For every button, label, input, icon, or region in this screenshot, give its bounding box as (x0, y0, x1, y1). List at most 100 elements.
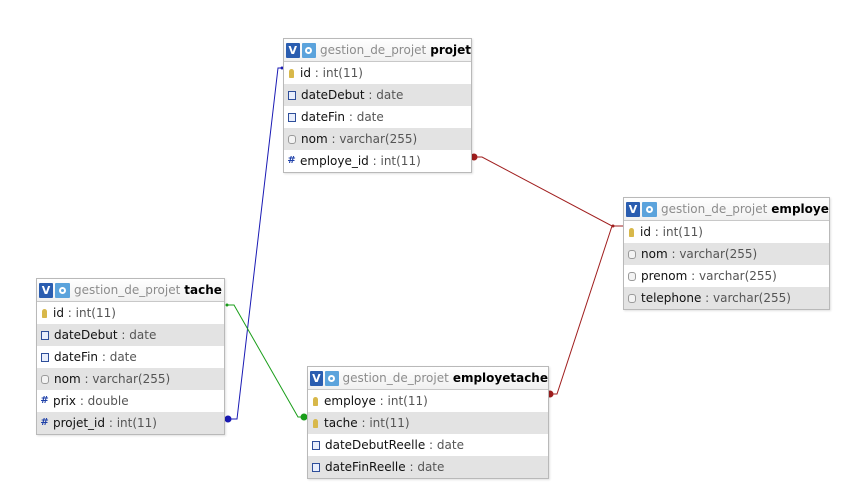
field-name: dateDebut (54, 328, 118, 342)
field-type-separator: : (357, 416, 370, 430)
primary-key-icon (313, 418, 318, 428)
text-icon (628, 249, 636, 259)
field-type-separator: : (345, 110, 357, 124)
table-header[interactable]: Vgestion_de_projet employetache (308, 367, 548, 390)
field-type-separator: : (405, 460, 418, 474)
field-row[interactable]: dateDebut : date (37, 324, 224, 346)
field-type: date (376, 88, 404, 102)
field-name: prenom (641, 269, 688, 283)
field-type: varchar(255) (92, 372, 171, 386)
field-name: prix (53, 394, 76, 408)
field-type: int(11) (322, 66, 363, 80)
table-tache[interactable]: Vgestion_de_projet tache id : int(11) dateD… (36, 278, 225, 435)
field-row[interactable]: tache : int(11) (308, 412, 548, 434)
gear-icon[interactable] (55, 282, 70, 298)
primary-key-icon (289, 68, 294, 78)
field-name: nom (301, 132, 328, 146)
field-name: nom (641, 247, 668, 261)
field-row[interactable]: prenom : varchar(255) (624, 265, 829, 287)
field-type: date (129, 328, 157, 342)
link-projet-employe (473, 156, 624, 227)
field-row[interactable]: dateFin : date (284, 106, 471, 128)
field-type-separator: : (327, 132, 340, 146)
field-type: date (356, 110, 384, 124)
field-type: int(11) (369, 416, 410, 430)
text-icon (288, 134, 296, 144)
view-toggle-button[interactable]: V (39, 282, 53, 298)
table-employetache[interactable]: Vgestion_de_projet employetache employe : … (307, 366, 549, 479)
field-name: dateFinReelle (325, 460, 406, 474)
database-name: gestion_de_projet (74, 283, 181, 297)
view-toggle-button[interactable]: V (310, 370, 323, 386)
field-type-separator: : (76, 394, 88, 408)
field-type-separator: : (425, 438, 437, 452)
field-type: varchar(255) (679, 247, 758, 261)
field-row[interactable]: id : int(11) (37, 302, 224, 324)
field-row[interactable]: # employe_id : int(11) (284, 150, 471, 172)
view-toggle-button[interactable]: V (626, 201, 640, 217)
table-header[interactable]: Vgestion_de_projet tache (37, 279, 224, 302)
field-name: telephone (641, 291, 702, 305)
field-row[interactable]: nom : varchar(255) (624, 243, 829, 265)
view-toggle-button[interactable]: V (286, 42, 300, 58)
field-type-separator: : (63, 306, 76, 320)
number-icon: # (40, 417, 49, 428)
database-name: gestion_de_projet (342, 371, 449, 385)
link-tache-employetache (226, 304, 305, 418)
field-row[interactable]: dateFinReelle : date (308, 456, 548, 478)
date-icon (288, 112, 296, 122)
gear-icon[interactable] (642, 201, 657, 217)
field-type: varchar(255) (339, 132, 418, 146)
table-name: employe (771, 202, 829, 216)
table-header[interactable]: Vgestion_de_projet employe (624, 198, 829, 221)
field-name: employe_id (300, 154, 369, 168)
field-type: int(11) (380, 154, 421, 168)
field-name: projet_id (53, 416, 106, 430)
field-row[interactable]: nom : varchar(255) (284, 128, 471, 150)
field-row[interactable]: dateFin : date (37, 346, 224, 368)
field-row[interactable]: telephone : varchar(255) (624, 287, 829, 309)
field-name: tache (324, 416, 358, 430)
table-projet[interactable]: Vgestion_de_projet projet id : int(11) date… (283, 38, 472, 173)
field-name: employe (324, 394, 376, 408)
gear-icon[interactable] (301, 42, 316, 58)
number-icon: # (40, 395, 49, 406)
field-type: int(11) (387, 394, 428, 408)
field-row[interactable]: id : int(11) (284, 62, 471, 84)
table-name: projet (430, 43, 471, 57)
date-icon (41, 352, 49, 362)
database-name: gestion_de_projet (319, 43, 427, 57)
table-name: tache (184, 283, 222, 297)
field-name: id (640, 225, 651, 239)
link-tache-projet (227, 67, 284, 420)
field-name: dateFin (301, 110, 346, 124)
field-name: nom (54, 372, 81, 386)
field-row[interactable]: id : int(11) (624, 221, 829, 243)
field-type-separator: : (364, 88, 377, 102)
field-type: int(11) (662, 225, 703, 239)
date-icon (312, 462, 320, 472)
field-row[interactable]: dateDebutReelle : date (308, 434, 548, 456)
field-row[interactable]: # projet_id : int(11) (37, 412, 224, 434)
primary-key-icon (42, 308, 47, 318)
gear-icon[interactable] (324, 370, 339, 386)
field-row[interactable]: employe : int(11) (308, 390, 548, 412)
field-type-separator: : (310, 66, 323, 80)
field-type: date (417, 460, 445, 474)
table-employe[interactable]: Vgestion_de_projet employe id : int(11) nom… (623, 197, 830, 310)
field-type: int(11) (116, 416, 157, 430)
field-type-separator: : (687, 269, 699, 283)
table-header[interactable]: Vgestion_de_projet projet (284, 39, 471, 62)
field-type: date (109, 350, 137, 364)
field-row[interactable]: nom : varchar(255) (37, 368, 224, 390)
field-type: double (87, 394, 129, 408)
field-type-separator: : (80, 372, 93, 386)
field-row[interactable]: dateDebut : date (284, 84, 471, 106)
field-row[interactable]: # prix : double (37, 390, 224, 412)
date-icon (288, 90, 296, 100)
link-employetache-employe (549, 225, 613, 395)
field-type: int(11) (75, 306, 116, 320)
field-type-separator: : (117, 328, 130, 342)
primary-key-icon (313, 396, 318, 406)
field-name: id (53, 306, 64, 320)
